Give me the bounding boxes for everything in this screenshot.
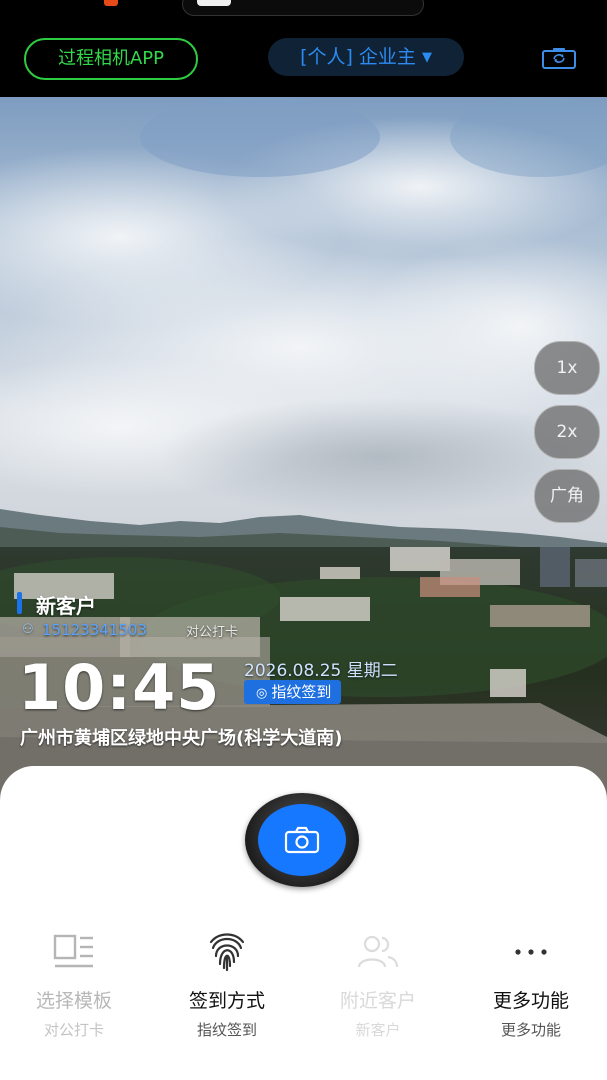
- watermark-badge-label: 指纹签到: [271, 683, 332, 701]
- template-icon: [53, 934, 93, 968]
- zoom-1x-button[interactable]: 1x: [534, 341, 600, 395]
- fingerprint-icon: [209, 933, 245, 972]
- watermark-address: 广州市黄埔区绿地中央广场(科学大道南): [20, 728, 343, 749]
- camera-icon: [284, 826, 320, 854]
- more-dots-icon: [515, 949, 547, 955]
- watermark-accent-bar: [17, 592, 22, 614]
- zoom-wide-button[interactable]: 广角: [534, 469, 600, 523]
- nearby-customers-icon: [357, 935, 399, 968]
- person-icon: ⚇: [22, 622, 34, 637]
- switch-camera-icon[interactable]: [542, 47, 576, 69]
- role-select-label: [个人] 企业主: [300, 46, 416, 68]
- top-bar: 过程相机APP [个人] 企业主 ▼: [0, 20, 607, 97]
- tool-nearby-customers-label: 附近客户: [339, 990, 416, 1012]
- tool-select-template-value: 对公打卡: [43, 1021, 104, 1039]
- app-button[interactable]: 过程相机APP: [24, 38, 198, 80]
- tool-more-functions[interactable]: 更多功能 更多功能: [461, 930, 601, 1040]
- role-select[interactable]: [个人] 企业主 ▼: [268, 38, 464, 76]
- watermark-signin-badge: ◎ 指纹签到: [244, 680, 342, 704]
- fingerprint-icon: ◎: [256, 686, 268, 701]
- status-bar: [0, 0, 607, 20]
- watermark-time: 10:45: [18, 651, 221, 724]
- tool-nearby-customers-value: 新客户: [355, 1021, 401, 1039]
- tool-signin-method-label: 签到方式: [188, 990, 265, 1012]
- watermark-date: 2026.08.25 星期二: [244, 661, 398, 681]
- tool-signin-method[interactable]: 签到方式 指纹签到: [157, 930, 297, 1040]
- zoom-2x-button[interactable]: 2x: [534, 405, 600, 459]
- status-notification: [197, 0, 231, 6]
- status-indicator: [104, 0, 118, 6]
- watermark-phone: 15123341503: [42, 621, 147, 639]
- caret-down-icon: ▼: [421, 50, 432, 65]
- watermark-customer: 新客户: [36, 594, 96, 618]
- tool-more-functions-label: 更多功能: [492, 990, 569, 1012]
- tool-nearby-customers[interactable]: 附近客户 新客户: [308, 930, 448, 1040]
- tool-signin-method-value: 指纹签到: [196, 1021, 257, 1039]
- watermark-checkin-type: 对公打卡: [186, 625, 239, 640]
- tool-more-functions-value: 更多功能: [500, 1021, 561, 1039]
- tool-select-template[interactable]: 选择模板 对公打卡: [4, 930, 144, 1040]
- tool-select-template-label: 选择模板: [35, 990, 112, 1012]
